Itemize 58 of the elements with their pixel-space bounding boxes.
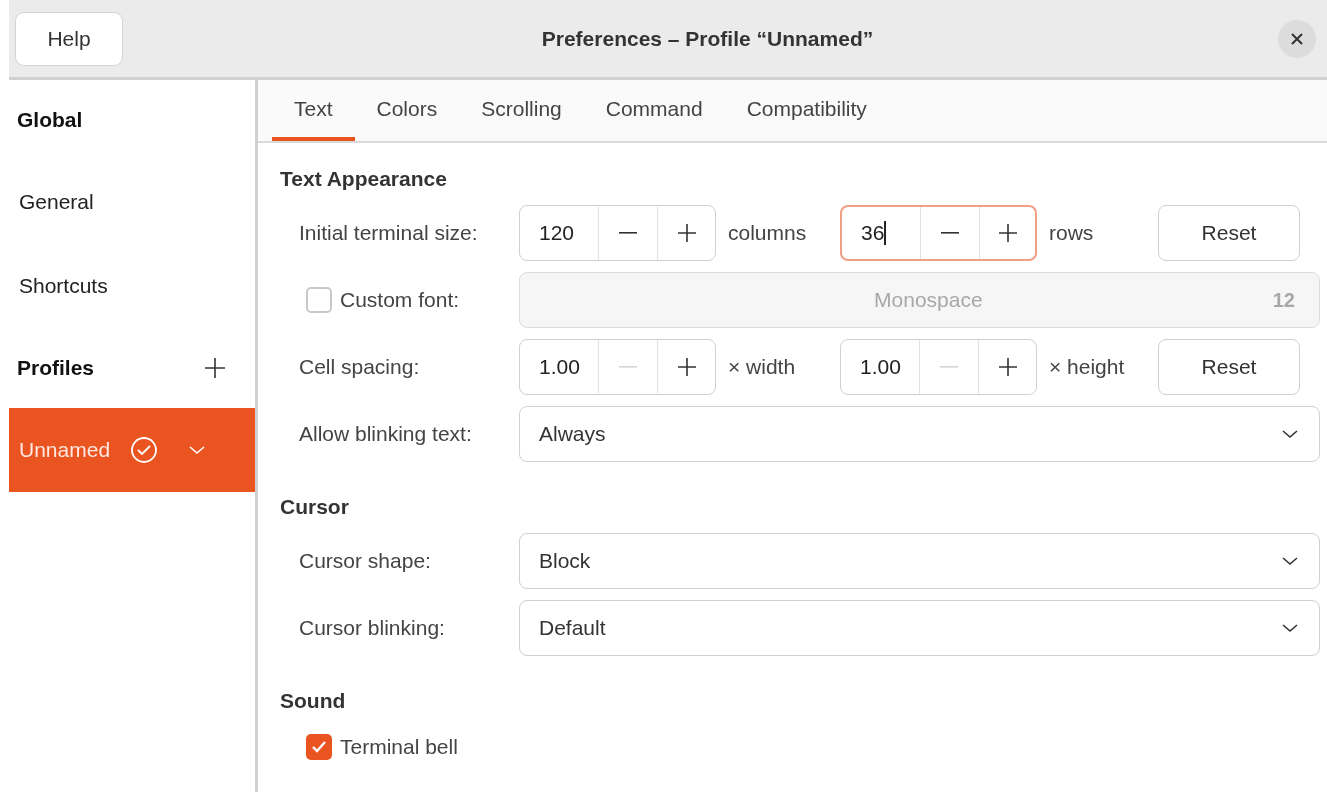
close-icon: [1291, 32, 1303, 45]
unit-label: × width: [727, 353, 797, 380]
field-label: Cursor blinking:: [299, 615, 445, 639]
field-label: Allow blinking text:: [299, 421, 472, 445]
spin-field[interactable]: 36: [840, 204, 1037, 261]
tab[interactable]: Scrolling: [459, 80, 584, 141]
spin-value: 120: [538, 219, 576, 246]
field-label: Cell spacing:: [299, 354, 420, 378]
chevron-down-icon: [1281, 428, 1299, 439]
section-heading: Profiles: [17, 355, 95, 382]
field-label: Cursor shape:: [299, 548, 431, 572]
dropdown[interactable]: Default: [519, 599, 1320, 656]
chevron-down-icon: [1281, 622, 1299, 633]
spin-field[interactable]: 120: [519, 204, 716, 261]
spin-value: 36: [860, 219, 887, 247]
spin-value: 1.00: [538, 353, 581, 380]
minus-icon: [619, 365, 637, 368]
plus-icon: [998, 357, 1017, 376]
section-heading: Cursor: [280, 494, 350, 521]
tab[interactable]: Command: [583, 80, 725, 141]
spin-value: 1.00: [859, 353, 902, 380]
font-name: Monospace: [873, 286, 984, 313]
field-label: Initial terminal size:: [299, 220, 478, 244]
tab[interactable]: Colors: [354, 80, 460, 141]
tab[interactable]: Compatibility: [724, 80, 889, 141]
reset-button[interactable]: Reset: [1158, 338, 1300, 395]
field-label: Custom font:: [340, 286, 460, 313]
reset-button[interactable]: Reset: [1158, 204, 1300, 261]
close-button[interactable]: [1278, 19, 1316, 58]
unit-label: columns: [727, 219, 808, 246]
sidebar-item[interactable]: Shortcuts: [9, 244, 255, 328]
spin-field[interactable]: 1.00: [519, 338, 716, 395]
checkmark-icon: [311, 740, 327, 754]
window-title: Preferences – Profile “Unnamed”: [540, 25, 875, 52]
checkbox[interactable]: [306, 286, 332, 313]
tab[interactable]: Text: [272, 80, 355, 141]
field-label: Terminal bell: [340, 734, 458, 761]
chevron-down-icon: [1281, 555, 1299, 566]
help-button[interactable]: Help: [15, 11, 123, 66]
checkbox[interactable]: [306, 734, 332, 760]
unit-label: × height: [1048, 353, 1126, 380]
minus-icon: [940, 365, 958, 368]
add-icon[interactable]: [205, 358, 225, 378]
unit-label: rows: [1048, 219, 1095, 246]
plus-icon: [998, 223, 1017, 242]
minus-icon: [941, 231, 959, 234]
sidebar-item[interactable]: General: [9, 160, 255, 244]
minus-icon: [619, 231, 637, 234]
font-size: 12: [1272, 287, 1295, 313]
spin-field[interactable]: 1.00: [840, 338, 1037, 395]
dropdown[interactable]: Block: [519, 532, 1320, 589]
plus-icon: [677, 223, 696, 242]
dropdown[interactable]: Always: [519, 405, 1320, 462]
plus-icon: [677, 357, 696, 376]
section-heading: Global: [17, 107, 83, 134]
section-heading: Text Appearance: [280, 166, 448, 193]
chevron-down-icon: [188, 445, 207, 455]
section-heading: Sound: [280, 688, 347, 715]
